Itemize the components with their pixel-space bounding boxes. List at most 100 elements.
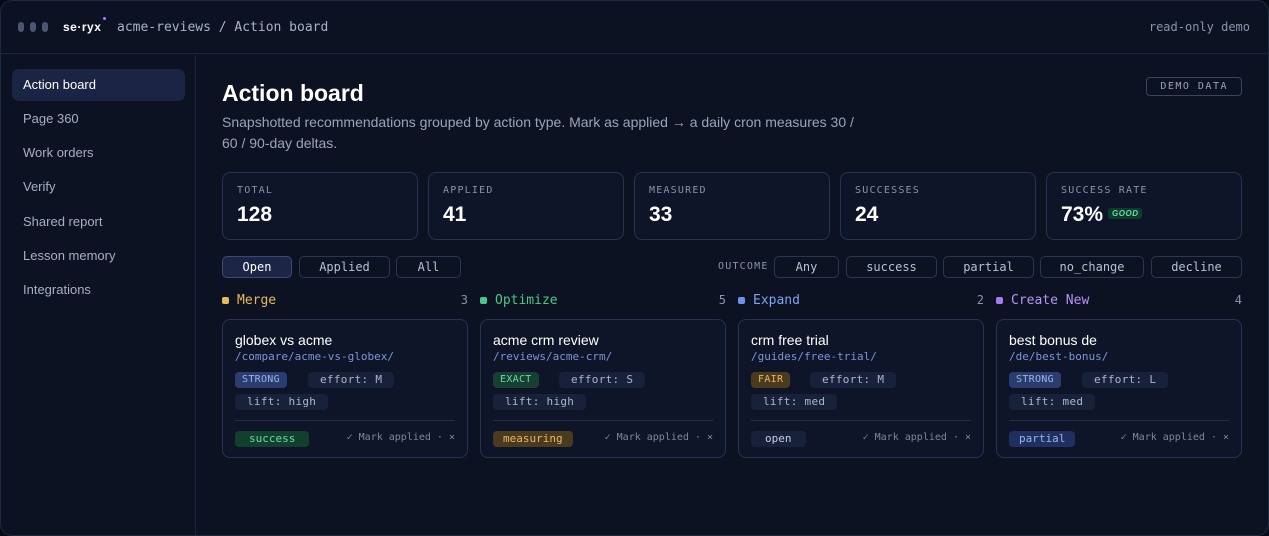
expand-marker-icon xyxy=(738,297,745,304)
filter-applied[interactable]: Applied xyxy=(299,256,390,278)
match-badge: FAIR xyxy=(751,372,791,388)
card-divider xyxy=(235,420,455,421)
outcome-filter-success[interactable]: success xyxy=(846,256,937,278)
action-card[interactable]: acme crm review /reviews/acme-crm/ EXACT… xyxy=(480,319,726,458)
stat-label: TOTAL xyxy=(237,185,274,196)
group-count: 5 xyxy=(718,293,726,307)
stat-value-text: 73% xyxy=(1061,203,1104,226)
card-title: acme crm review xyxy=(493,332,599,348)
lift-badge: lift: high xyxy=(493,394,587,410)
create-new-marker-icon xyxy=(996,297,1003,304)
sidebar-item-page-360[interactable]: Page 360 xyxy=(12,103,185,135)
action-card[interactable]: globex vs acme /compare/acme-vs-globex/ … xyxy=(222,319,468,458)
sidebar-item-action-board[interactable]: Action board xyxy=(12,69,185,101)
card-title: globex vs acme xyxy=(235,332,333,348)
app-logo[interactable]: se·ryx xyxy=(63,17,107,34)
match-badge: STRONG xyxy=(235,372,287,388)
effort-badge: effort: M xyxy=(810,372,897,388)
mark-applied-button[interactable]: ✓ Mark applied · × xyxy=(605,432,713,443)
subtitle-line: 60 / 90-day deltas. xyxy=(222,135,338,151)
outcome-filter-no-change[interactable]: no_change xyxy=(1040,256,1144,278)
match-badge: EXACT xyxy=(493,372,539,388)
logo-spark-icon xyxy=(103,17,107,20)
sidebar-item-shared-report[interactable]: Shared report xyxy=(12,206,185,238)
stat-card-success-rate: SUCCESS RATE 73% GOOD xyxy=(1046,172,1242,240)
subtitle-line: Snapshotted recommendations grouped by a… xyxy=(222,114,854,130)
lift-badge: lift: med xyxy=(751,394,838,410)
sidebar-item-work-orders[interactable]: Work orders xyxy=(12,137,185,169)
window-dot-icon[interactable] xyxy=(42,22,48,32)
group-name: Merge xyxy=(237,293,277,308)
sidebar-item-lesson-memory[interactable]: Lesson memory xyxy=(12,240,185,272)
group-header-optimize: Optimize 5 xyxy=(480,293,726,309)
action-card[interactable]: best bonus de /de/best-bonus/ STRONG eff… xyxy=(996,319,1242,458)
status-badge: open xyxy=(751,431,806,447)
stat-value: 33 xyxy=(649,203,673,226)
breadcrumb: acme-reviews / Action board xyxy=(117,20,329,35)
card-title: crm free trial xyxy=(751,332,829,348)
stat-label: SUCCESSES xyxy=(855,185,920,196)
stat-label: SUCCESS RATE xyxy=(1061,185,1148,196)
group-name: Expand xyxy=(753,293,800,308)
status-badge: success xyxy=(235,431,310,447)
group-header-expand: Expand 2 xyxy=(738,293,984,309)
card-path[interactable]: /de/best-bonus/ xyxy=(1009,350,1108,363)
card-path[interactable]: /compare/acme-vs-globex/ xyxy=(235,350,394,363)
effort-badge: effort: L xyxy=(1082,372,1169,388)
group-count: 3 xyxy=(460,293,468,307)
window-dot-icon[interactable] xyxy=(30,22,36,32)
outcome-filter-any[interactable]: Any xyxy=(774,256,839,278)
match-badge: STRONG xyxy=(1009,372,1061,388)
status-badge: partial xyxy=(1009,431,1076,447)
optimize-marker-icon xyxy=(480,297,487,304)
outcome-label: OUTCOME xyxy=(718,261,769,272)
window-controls xyxy=(18,22,48,32)
group-header-create-new: Create New 4 xyxy=(996,293,1242,309)
group-name: Create New xyxy=(1011,293,1090,308)
good-badge: GOOD xyxy=(1108,208,1143,220)
stat-card-applied: APPLIED 41 xyxy=(428,172,624,240)
page-subtitle: Snapshotted recommendations grouped by a… xyxy=(222,112,862,154)
card-path[interactable]: /reviews/acme-crm/ xyxy=(493,350,612,363)
group-count: 4 xyxy=(1234,293,1242,307)
sidebar-item-integrations[interactable]: Integrations xyxy=(12,274,185,306)
demo-data-badge: DEMO DATA xyxy=(1146,77,1242,96)
card-divider xyxy=(493,420,713,421)
stat-label: APPLIED xyxy=(443,185,494,196)
window-dot-icon[interactable] xyxy=(18,22,24,32)
logo-text: se·ryx xyxy=(63,20,102,34)
card-path[interactable]: /guides/free-trial/ xyxy=(751,350,877,363)
group-name: Optimize xyxy=(495,293,558,308)
effort-badge: effort: S xyxy=(559,372,646,388)
group-count: 2 xyxy=(976,293,984,307)
title-bar: se·ryx acme-reviews / Action board read-… xyxy=(1,1,1268,54)
mark-applied-button[interactable]: ✓ Mark applied · × xyxy=(863,432,971,443)
sidebar-item-verify[interactable]: Verify xyxy=(12,171,185,203)
card-title: best bonus de xyxy=(1009,332,1097,348)
lift-badge: lift: high xyxy=(235,394,329,410)
mark-applied-button[interactable]: ✓ Mark applied · × xyxy=(347,432,455,443)
filter-open[interactable]: Open xyxy=(222,256,292,278)
stat-card-successes: SUCCESSES 24 xyxy=(840,172,1036,240)
mode-indicator: read-only demo xyxy=(1148,20,1250,34)
app-window: se·ryx acme-reviews / Action board read-… xyxy=(0,0,1269,536)
stat-value: 24 xyxy=(855,203,879,226)
filter-all[interactable]: All xyxy=(396,256,461,278)
card-divider xyxy=(1009,420,1229,421)
action-card[interactable]: crm free trial /guides/free-trial/ FAIR … xyxy=(738,319,984,458)
stat-label: MEASURED xyxy=(649,185,707,196)
card-divider xyxy=(751,420,971,421)
stat-value: 128 xyxy=(237,203,273,226)
mark-applied-button[interactable]: ✓ Mark applied · × xyxy=(1121,432,1229,443)
stat-card-measured: MEASURED 33 xyxy=(634,172,830,240)
stat-value: 41 xyxy=(443,203,467,226)
outcome-filter-decline[interactable]: decline xyxy=(1151,256,1242,278)
effort-badge: effort: M xyxy=(308,372,395,388)
group-header-merge: Merge 3 xyxy=(222,293,468,309)
sidebar: Action board Page 360 Work orders Verify… xyxy=(1,55,196,535)
main-content: Action board DEMO DATA Snapshotted recom… xyxy=(197,55,1268,535)
stat-card-total: TOTAL 128 xyxy=(222,172,418,240)
merge-marker-icon xyxy=(222,297,229,304)
outcome-filter-partial[interactable]: partial xyxy=(943,256,1034,278)
stat-value: 73% GOOD xyxy=(1061,203,1143,227)
